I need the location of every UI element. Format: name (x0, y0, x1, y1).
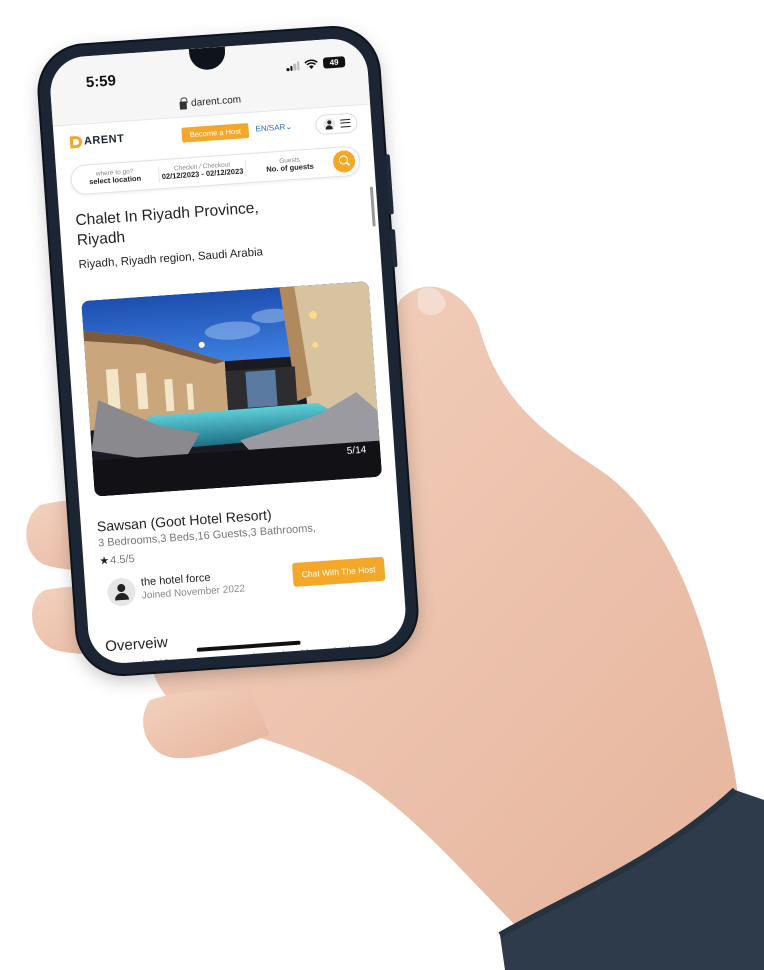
photo-counter: 5/14 (346, 444, 367, 457)
logo-text: ARENT (83, 132, 125, 148)
language-currency-selector[interactable]: EN/SAR⌄ (255, 122, 292, 134)
signal-icon (286, 60, 300, 71)
browser-url: darent.com (190, 94, 242, 109)
listing-content: Chalet In Riyadh Province, Riyadh Riyadh… (58, 180, 408, 666)
chat-with-host-button[interactable]: Chat With The Host (291, 556, 386, 587)
host-row: the hotel force Joined November 2022 Cha… (100, 556, 390, 610)
rating: ★ 4.5/5 (98, 552, 136, 568)
wifi-icon (304, 58, 318, 69)
chevron-down-icon: ⌄ (284, 122, 293, 132)
battery-icon: 49 (322, 56, 346, 69)
status-time: 5:59 (85, 72, 117, 92)
phone-screen: 5:59 49 darent.com ARENT Become a Host E… (48, 36, 408, 666)
guests-field[interactable]: Guests No. of guests (246, 154, 334, 176)
search-button[interactable] (332, 149, 356, 174)
host-avatar[interactable] (106, 577, 137, 607)
become-host-button[interactable]: Become a Host (181, 123, 250, 143)
photo-gallery[interactable]: 5/14 (81, 281, 383, 497)
location-field[interactable]: where to go? select location (71, 166, 160, 189)
status-icons: 49 (286, 56, 346, 71)
rating-value: 4.5/5 (109, 552, 136, 567)
listing-title: Chalet In Riyadh Province, Riyadh (74, 199, 260, 250)
logo-mark-icon (69, 135, 83, 149)
darent-logo[interactable]: ARENT (69, 132, 125, 149)
menu-icon (339, 118, 351, 128)
dates-field[interactable]: Checkin / Checkout 02/12/2023 - 02/12/20… (158, 160, 248, 183)
listing-photo (81, 281, 383, 497)
phone: 5:59 49 darent.com ARENT Become a Host E… (36, 24, 420, 678)
overview-title: Overveiw (104, 633, 169, 656)
user-icon (322, 118, 336, 131)
language-currency-label: EN/SAR (255, 122, 286, 134)
user-menu-button[interactable] (314, 112, 359, 136)
star-icon: ★ (98, 554, 110, 568)
lock-icon (179, 100, 188, 110)
